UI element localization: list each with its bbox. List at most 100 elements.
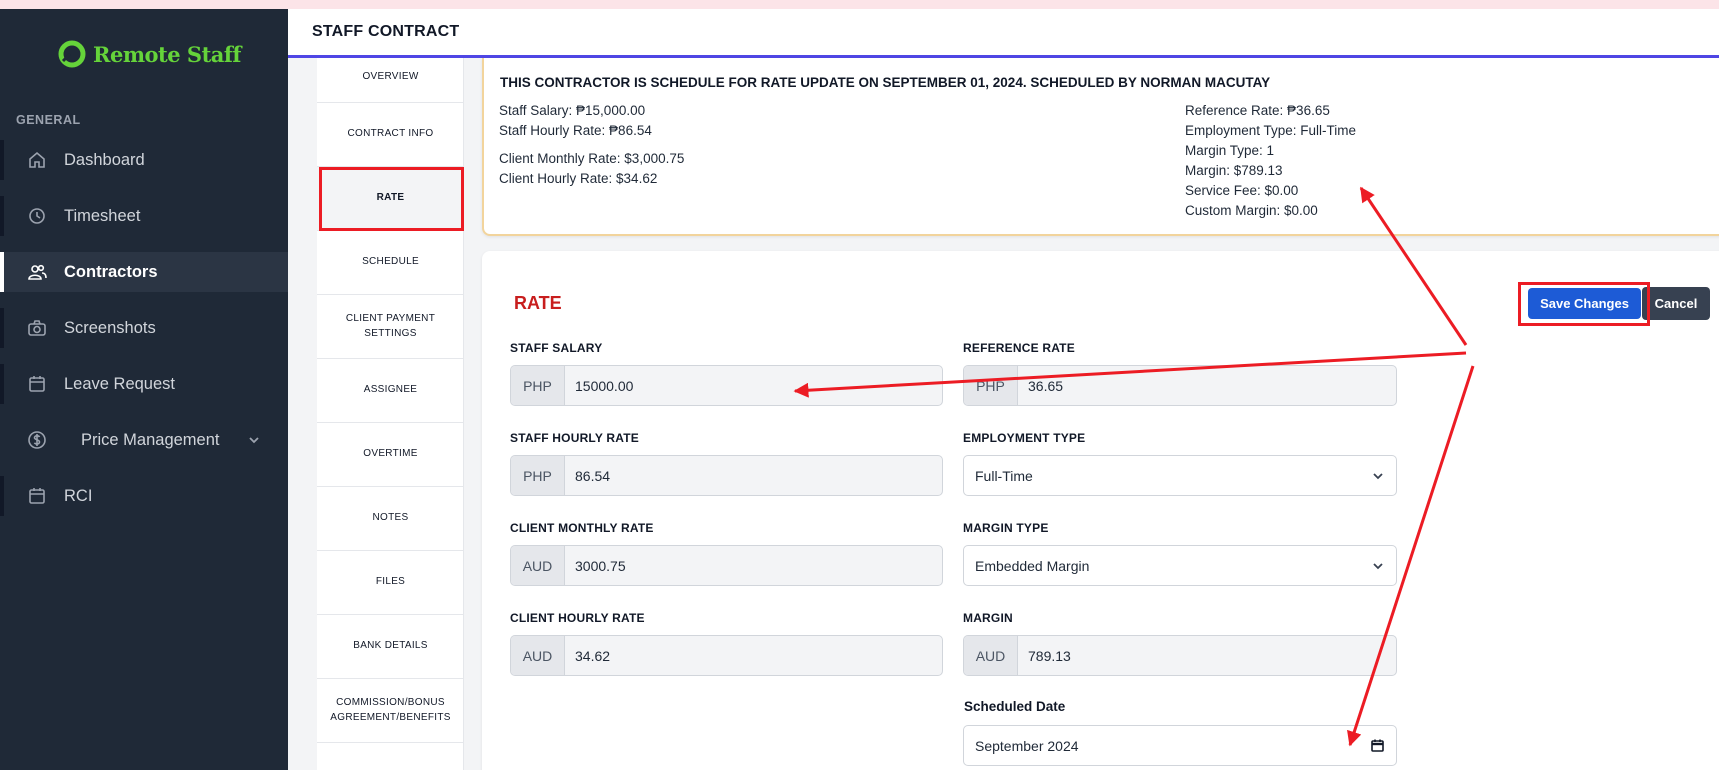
- staff-salary-input[interactable]: 15000.00: [565, 366, 942, 405]
- tab-overtime[interactable]: OVERTIME: [317, 423, 464, 487]
- clock-icon: [29, 208, 45, 224]
- remote-staff-logo-icon: [58, 40, 86, 68]
- annotation-box-rate-tab: [319, 167, 464, 231]
- notice-custom-margin: Custom Margin: $0.00: [1185, 203, 1318, 218]
- sidebar-item-label: Dashboard: [64, 151, 145, 169]
- employment-type-label: EMPLOYMENT TYPE: [963, 431, 1086, 445]
- staff-salary-label: STAFF SALARY: [510, 341, 603, 355]
- margin-type-select[interactable]: Embedded Margin: [963, 545, 1397, 586]
- reference-rate-label: REFERENCE RATE: [963, 341, 1075, 355]
- notice-title: THIS CONTRACTOR IS SCHEDULE FOR RATE UPD…: [500, 75, 1271, 90]
- notice-margin: Margin: $789.13: [1185, 163, 1283, 178]
- camera-icon: [28, 320, 46, 336]
- currency-addon: AUD: [511, 546, 565, 585]
- sidebar-item-label: Contractors: [64, 263, 158, 281]
- currency-addon: PHP: [964, 366, 1018, 405]
- notice-service-fee: Service Fee: $0.00: [1185, 183, 1299, 198]
- sidebar-section-label: GENERAL: [16, 113, 81, 127]
- scheduled-date-label: Scheduled Date: [964, 699, 1066, 714]
- sidebar-item-indicator: [0, 196, 4, 236]
- scheduled-date-value: September 2024: [975, 737, 1079, 754]
- sidebar-item-label: Leave Request: [64, 375, 175, 393]
- notice-client-monthly-rate: Client Monthly Rate: $3,000.75: [499, 151, 685, 166]
- sidebar-item-indicator: [0, 476, 4, 516]
- tab-schedule[interactable]: SCHEDULE: [317, 231, 464, 295]
- rate-card: RATE Save Changes Cancel STAFF SALARY PH…: [482, 251, 1719, 770]
- client-hourly-rate-input[interactable]: 34.62: [565, 636, 942, 675]
- margin-input[interactable]: 789.13: [1018, 636, 1396, 675]
- calendar-icon: [29, 376, 45, 392]
- chevron-down-icon: [1373, 473, 1383, 480]
- tab-assignee[interactable]: ASSIGNEE: [317, 359, 464, 423]
- tab-client-payment-settings[interactable]: CLIENT PAYMENT SETTINGS: [317, 295, 464, 359]
- browser-top-strip: [0, 0, 1719, 9]
- margin-field[interactable]: AUD 789.13: [963, 635, 1397, 676]
- tab-bank-details[interactable]: BANK DETAILS: [317, 615, 464, 679]
- sidebar-item-indicator: [0, 308, 4, 348]
- scheduled-date-input[interactable]: September 2024: [963, 725, 1397, 766]
- logo-text: Remote Staff: [93, 41, 241, 67]
- staff-hourly-rate-field[interactable]: PHP 86.54: [510, 455, 943, 496]
- currency-addon: AUD: [511, 636, 565, 675]
- client-monthly-rate-input[interactable]: 3000.75: [565, 546, 942, 585]
- sidebar-item-price-management[interactable]: Price Management: [0, 420, 288, 460]
- sidebar-item-contractors[interactable]: Contractors: [0, 252, 288, 292]
- tab-notes[interactable]: NOTES: [317, 487, 464, 551]
- sidebar-item-timesheet[interactable]: Timesheet: [0, 196, 288, 236]
- sidebar-item-label: Timesheet: [64, 207, 141, 225]
- client-monthly-rate-field[interactable]: AUD 3000.75: [510, 545, 943, 586]
- margin-label: MARGIN: [963, 611, 1013, 625]
- calendar-icon: [29, 488, 45, 504]
- employment-type-value: Full-Time: [975, 467, 1033, 484]
- notice-employment-type: Employment Type: Full-Time: [1185, 123, 1357, 138]
- page-title: STAFF CONTRACT: [312, 23, 460, 40]
- sidebar-item-indicator: [0, 364, 4, 404]
- chevron-down-icon: [1373, 563, 1383, 570]
- rate-section-title: RATE: [514, 293, 562, 313]
- notice-staff-hourly-rate: Staff Hourly Rate: ₱86.54: [499, 123, 652, 138]
- logo[interactable]: Remote Staff: [57, 39, 241, 69]
- calendar-picker-icon[interactable]: [1370, 738, 1385, 753]
- sidebar-item-label: RCI: [64, 487, 93, 505]
- sidebar-item-label: Screenshots: [64, 319, 156, 337]
- sidebar-item-dashboard[interactable]: Dashboard: [0, 140, 288, 180]
- reference-rate-input[interactable]: 36.65: [1018, 366, 1396, 405]
- currency-addon: AUD: [964, 636, 1018, 675]
- client-hourly-rate-field[interactable]: AUD 34.62: [510, 635, 943, 676]
- reference-rate-field[interactable]: PHP 36.65: [963, 365, 1397, 406]
- sidebar-item-indicator: [0, 252, 4, 292]
- notice-client-hourly-rate: Client Hourly Rate: $34.62: [499, 171, 658, 186]
- staff-hourly-rate-input[interactable]: 86.54: [565, 456, 942, 495]
- employment-type-select[interactable]: Full-Time: [963, 455, 1397, 496]
- client-monthly-rate-label: CLIENT MONTHLY RATE: [510, 521, 654, 535]
- dollar-icon: [28, 431, 46, 449]
- page-header: STAFF CONTRACT: [288, 9, 1719, 58]
- currency-addon: PHP: [511, 456, 565, 495]
- notice-staff-salary: Staff Salary: ₱15,000.00: [499, 103, 646, 118]
- currency-addon: PHP: [511, 366, 565, 405]
- notice-reference-rate: Reference Rate: ₱36.65: [1185, 103, 1330, 118]
- sidebar: Remote Staff GENERAL Dashboard Timesheet…: [0, 9, 288, 770]
- chevron-down-icon[interactable]: [246, 432, 262, 448]
- sidebar-item-indicator: [0, 140, 4, 180]
- margin-type-value: Embedded Margin: [975, 557, 1090, 574]
- tab-files[interactable]: FILES: [317, 551, 464, 615]
- home-icon: [29, 151, 45, 168]
- sidebar-item-leave-request[interactable]: Leave Request: [0, 364, 288, 404]
- users-icon: [28, 264, 47, 280]
- sidebar-item-rci[interactable]: RCI: [0, 476, 288, 516]
- cancel-button[interactable]: Cancel: [1642, 287, 1710, 320]
- notice-margin-type: Margin Type: 1: [1185, 143, 1275, 158]
- sidebar-item-label: Price Management: [81, 431, 220, 449]
- annotation-box-save-button: [1518, 282, 1650, 326]
- margin-type-label: MARGIN TYPE: [963, 521, 1049, 535]
- rate-update-notice: THIS CONTRACTOR IS SCHEDULE FOR RATE UPD…: [482, 58, 1719, 236]
- staff-hourly-rate-label: STAFF HOURLY RATE: [510, 431, 639, 445]
- sidebar-item-screenshots[interactable]: Screenshots: [0, 308, 288, 348]
- tab-commission-bonus[interactable]: COMMISSION/BONUS AGREEMENT/BENEFITS: [317, 679, 464, 743]
- tab-overview[interactable]: OVERVIEW: [317, 52, 464, 103]
- tab-contract-info[interactable]: CONTRACT INFO: [317, 103, 464, 167]
- client-hourly-rate-label: CLIENT HOURLY RATE: [510, 611, 645, 625]
- staff-salary-field[interactable]: PHP 15000.00: [510, 365, 943, 406]
- contract-tabs: OVERVIEW CONTRACT INFO RATE SCHEDULE CLI…: [317, 58, 464, 770]
